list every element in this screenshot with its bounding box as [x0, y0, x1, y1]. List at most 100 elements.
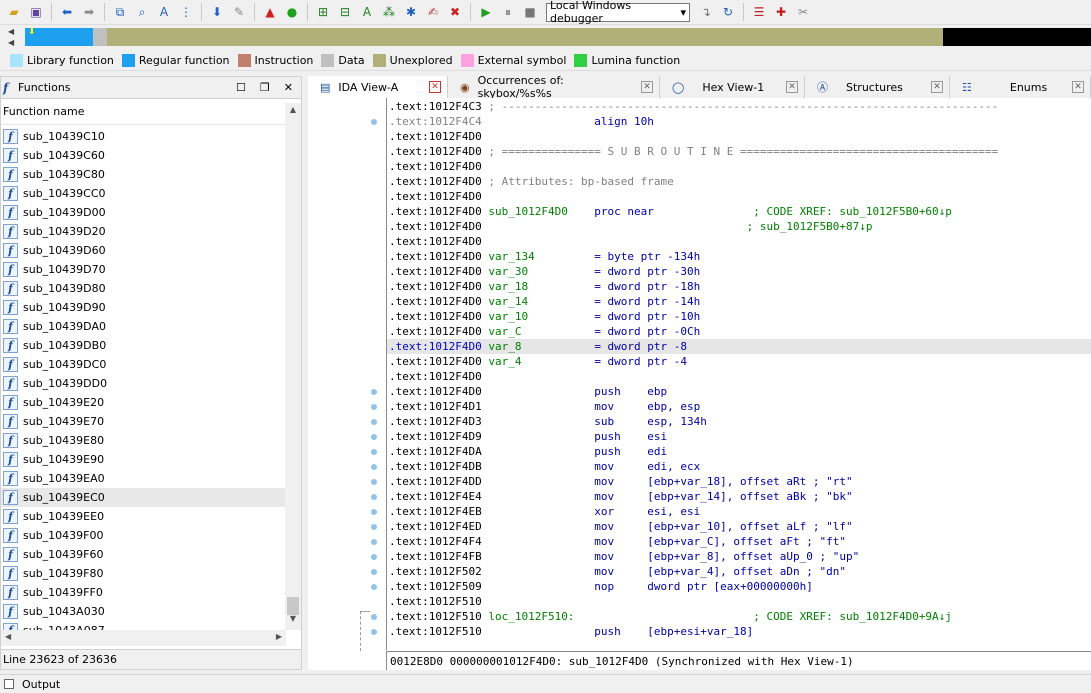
scroll-thumb[interactable] [287, 597, 299, 615]
code-label[interactable]: var_18 [482, 280, 528, 293]
code-xref-comment[interactable]: ; sub_1012F5B0+87↓p [747, 220, 873, 233]
code-label[interactable]: var_8 [482, 340, 521, 353]
download-icon[interactable]: ⬇ [207, 2, 227, 22]
code-label[interactable]: sub_1012F4D0 [482, 205, 567, 218]
tab-hex-view-1[interactable]: ◯ Hex View-1 ✕ [660, 76, 805, 98]
graph-icon[interactable]: ▲ [260, 2, 280, 22]
code-line[interactable]: .text:1012F4D0 var_18 = dword ptr -18h [389, 279, 700, 294]
breakpoint-dot-icon[interactable] [371, 464, 377, 470]
function-list-item[interactable]: f sub_10439C60 [1, 146, 286, 165]
tab-ida-view-a[interactable]: ▤ IDA View-A ✕ [308, 76, 448, 98]
code-line[interactable]: .text:1012F4EB xor esi, esi [389, 504, 700, 519]
close-icon[interactable]: ✕ [786, 81, 798, 93]
function-list-item[interactable]: f sub_10439D60 [1, 241, 286, 260]
code-line[interactable]: .text:1012F4D0 var_4 = dword ptr -4 [389, 354, 687, 369]
close-icon[interactable]: ✕ [1072, 81, 1084, 93]
breakpoint-dot-icon[interactable] [371, 629, 377, 635]
scroll-left-icon[interactable]: ◀ [5, 632, 11, 641]
code-xref-comment[interactable]: ; CODE XREF: sub_1012F5B0+60↓p [753, 205, 952, 218]
breakpoint-dot-icon[interactable] [371, 524, 377, 530]
back-icon[interactable]: ⬅ [57, 2, 77, 22]
function-list-item[interactable]: f sub_10439D90 [1, 298, 286, 317]
code-line[interactable]: .text:1012F4D0 [389, 234, 482, 249]
code-line[interactable]: .text:1012F4FB mov [ebp+var_8], offset a… [389, 549, 859, 564]
code-label[interactable]: loc_1012F510: [482, 610, 574, 623]
code-line[interactable]: .text:1012F4D0 ; =============== S U B R… [389, 144, 998, 159]
struct-icon[interactable]: ⁂ [379, 2, 399, 22]
functions-vertical-scrollbar[interactable]: ▲ ▼ [285, 103, 301, 630]
code-line[interactable]: .text:1012F4D0 ; sub_1012F5B0+87↓p [389, 219, 872, 234]
function-list-item[interactable]: f sub_10439E20 [1, 393, 286, 412]
function-list-item[interactable]: f sub_10439E70 [1, 412, 286, 431]
scroll-down-icon[interactable]: ▼ [285, 614, 301, 628]
function-list-item[interactable]: f sub_10439F00 [1, 526, 286, 545]
code-line[interactable]: .text:1012F4DD mov [ebp+var_18], offset … [389, 474, 853, 489]
code-line[interactable]: .text:1012F4D0 push ebp [389, 384, 667, 399]
code-label[interactable]: var_10 [482, 310, 528, 323]
code-label[interactable]: var_30 [482, 265, 528, 278]
code-line[interactable]: .text:1012F4D0 [389, 189, 482, 204]
code-line[interactable]: .text:1012F4D0 [389, 159, 482, 174]
breakpoint-dot-icon[interactable] [371, 404, 377, 410]
pen-icon[interactable]: ✎ [229, 2, 249, 22]
function-list-item[interactable]: f sub_10439DA0 [1, 317, 286, 336]
plugin-icon[interactable]: ✚ [771, 2, 791, 22]
code-label[interactable]: var_14 [482, 295, 528, 308]
code-line[interactable]: .text:1012F509 nop dword ptr [eax+000000… [389, 579, 813, 594]
code-line[interactable]: .text:1012F4D0 [389, 129, 482, 144]
run-icon[interactable]: ● [282, 2, 302, 22]
code-line[interactable]: .text:1012F4D0 var_10 = dword ptr -10h [389, 309, 700, 324]
function-list-item[interactable]: f sub_10439D00 [1, 203, 286, 222]
code-label[interactable]: var_C [482, 325, 521, 338]
code-line[interactable]: .text:1012F4D1 mov ebp, esp [389, 399, 700, 414]
function-list-item[interactable]: f sub_10439E80 [1, 431, 286, 450]
search-icon[interactable]: ⌕ [132, 2, 152, 22]
function-list-item[interactable]: f sub_10439C80 [1, 165, 286, 184]
code-label[interactable]: var_134 [482, 250, 534, 263]
code-line[interactable]: .text:1012F4DA push edi [389, 444, 667, 459]
code-line[interactable]: .text:1012F4D3 sub esp, 134h [389, 414, 707, 429]
code-line[interactable]: .text:1012F502 mov [ebp+var_4], offset a… [389, 564, 846, 579]
close-icon[interactable]: ✕ [429, 81, 441, 93]
binary-search-icon[interactable]: ⋮ [176, 2, 196, 22]
code-line[interactable]: .text:1012F4D0 [389, 369, 482, 384]
function-list-item[interactable]: f sub_10439FF0 [1, 583, 286, 602]
minimize-icon[interactable]: ☐ [236, 81, 246, 94]
function-list-item[interactable]: f sub_10439DD0 [1, 374, 286, 393]
breakpoint-dot-icon[interactable] [371, 509, 377, 515]
function-list-item[interactable]: f sub_10439D20 [1, 222, 286, 241]
code-line[interactable]: .text:1012F4C4 align 10h [389, 114, 654, 129]
code-line[interactable]: .text:1012F4D0 sub_1012F4D0 proc near ; … [389, 204, 952, 219]
star-icon[interactable]: ✱ [401, 2, 421, 22]
breakpoint-dot-icon[interactable] [371, 569, 377, 575]
breakpoint-dot-icon[interactable] [371, 554, 377, 560]
code-line[interactable]: .text:1012F4F4 mov [ebp+var_C], offset a… [389, 534, 846, 549]
breakpoint-dot-icon[interactable] [371, 479, 377, 485]
function-list-item[interactable]: f sub_10439C10 [1, 127, 286, 146]
code-line[interactable]: .text:1012F510 loc_1012F510: ; CODE XREF… [389, 609, 952, 624]
code-line[interactable]: .text:1012F4D0 ; Attributes: bp-based fr… [389, 174, 674, 189]
code-line[interactable]: .text:1012F4D0 var_C = dword ptr -0Ch [389, 324, 700, 339]
nav-scroll-arrows[interactable]: ◀ ◀ [8, 26, 18, 48]
function-list-item[interactable]: f sub_10439E90 [1, 450, 286, 469]
function-list-item[interactable]: f sub_10439D80 [1, 279, 286, 298]
functions-horizontal-scrollbar[interactable]: ◀ ▶ [1, 630, 286, 646]
jump-icon[interactable]: ⧉ [110, 2, 130, 22]
function-list-item[interactable]: f sub_10439CC0 [1, 184, 286, 203]
code-line[interactable]: .text:1012F4D0 var_8 = dword ptr -8 [387, 339, 1091, 354]
tab-enums[interactable]: ☷ Enums ✕ [950, 76, 1091, 98]
code-line[interactable]: .text:1012F4E4 mov [ebp+var_14], offset … [389, 489, 853, 504]
breakpoint-dot-icon[interactable] [371, 419, 377, 425]
function-list-item[interactable]: f sub_1043A030 [1, 602, 286, 621]
forward-icon[interactable]: ➡ [79, 2, 99, 22]
function-list-item[interactable]: f sub_10439EE0 [1, 507, 286, 526]
edit-icon[interactable]: ✍ [423, 2, 443, 22]
code-label[interactable]: var_4 [482, 355, 521, 368]
code-line[interactable]: .text:1012F4D0 var_14 = dword ptr -14h [389, 294, 700, 309]
function-list-item[interactable]: f sub_10439EC0 [1, 488, 286, 507]
column-header-function-name[interactable]: Function name [1, 99, 301, 125]
breakpoint-dot-icon[interactable] [371, 389, 377, 395]
navigation-band-bar[interactable]: ⬇ [25, 27, 1091, 46]
close-icon[interactable]: ✕ [284, 81, 293, 94]
open-icon[interactable]: ▰ [4, 2, 24, 22]
